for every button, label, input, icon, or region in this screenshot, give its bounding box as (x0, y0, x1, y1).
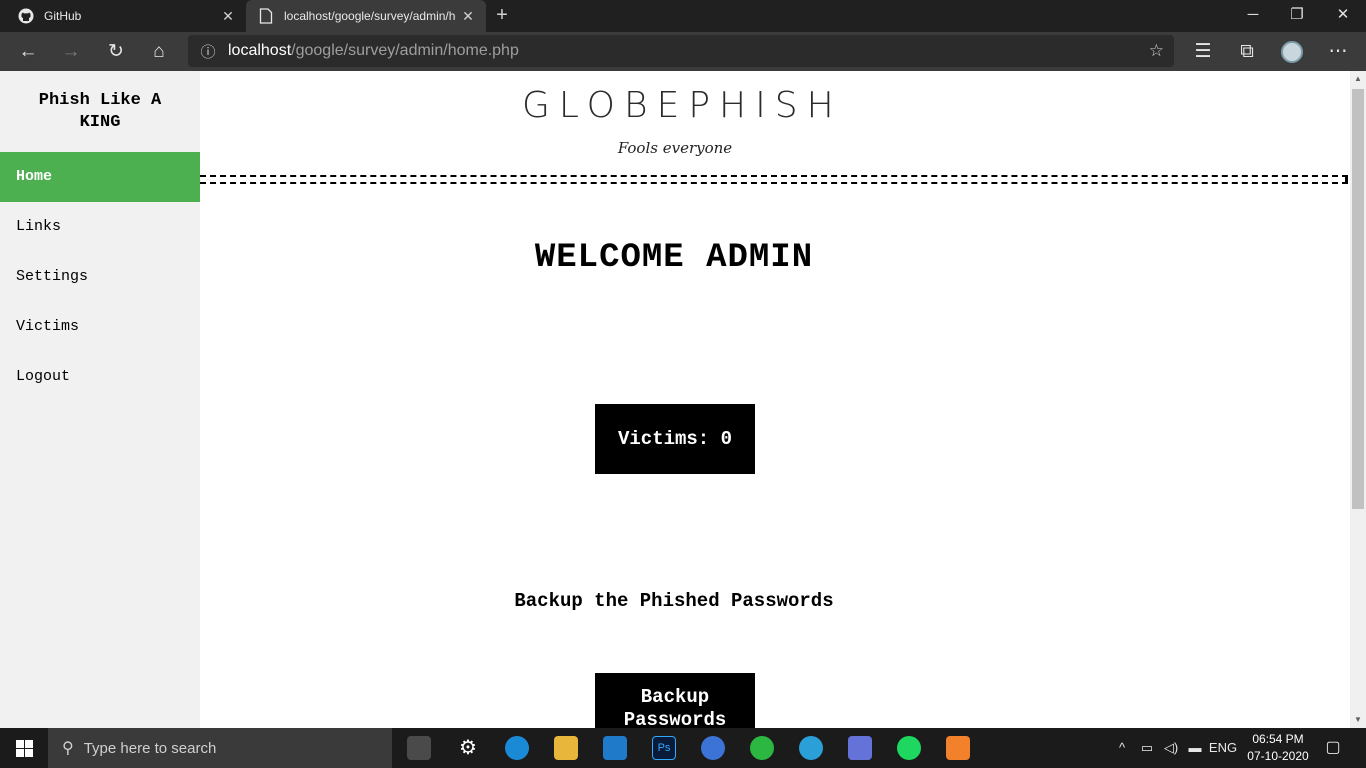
scroll-up-icon[interactable]: ▲ (1350, 71, 1366, 87)
restore-icon[interactable]: ❐ (1274, 0, 1320, 32)
calculator-icon[interactable] (407, 736, 431, 760)
profile-avatar[interactable] (1281, 41, 1303, 63)
page-icon (258, 8, 274, 24)
search-placeholder: Type here to search (83, 739, 217, 757)
tab-admin-home[interactable]: localhost/google/survey/admin/home.php ✕ (246, 0, 486, 32)
clock-time: 06:54 PM (1252, 732, 1304, 746)
dashed-divider (200, 175, 1348, 184)
close-tab-icon[interactable]: ✕ (456, 8, 480, 25)
sidebar-item-settings[interactable]: Settings (0, 252, 200, 302)
github-icon (18, 8, 34, 24)
taskbar-search[interactable]: ⚲ Type here to search (48, 728, 392, 768)
more-menu-icon[interactable]: ⋯ (1322, 36, 1354, 68)
sidebar-item-logout[interactable]: Logout (0, 352, 200, 402)
page-title: WELCOME ADMIN (534, 239, 814, 277)
url-host: localhost (228, 42, 292, 59)
minimize-icon[interactable]: ─ (1230, 0, 1276, 32)
system-clock[interactable]: 06:54 PM 07-10-2020 (1236, 731, 1320, 765)
sidebar-brand: Phish Like A KING (38, 91, 162, 132)
sidebar: Phish Like A KING Home Links Settings Vi… (0, 71, 200, 728)
browser-toolbar: ← → ↻ ⌂ ⓘ localhost/google/survey/admin/… (0, 32, 1366, 71)
close-tab-icon[interactable]: ✕ (216, 8, 240, 25)
backup-label: Backup the Phished Passwords (514, 590, 834, 612)
favorites-list-icon[interactable]: ☰ (1187, 36, 1219, 68)
sidebar-item-home[interactable]: Home (0, 152, 200, 202)
battery-icon[interactable]: ▬ (1184, 728, 1206, 768)
logo-tagline: Fools everyone (617, 139, 733, 157)
victims-counter: Victims: 0 (595, 404, 755, 474)
start-button[interactable] (0, 728, 48, 768)
xampp-icon[interactable] (946, 736, 970, 760)
search-icon: ⚲ (62, 740, 74, 757)
scroll-down-icon[interactable]: ▼ (1350, 712, 1366, 728)
spotify-icon[interactable] (897, 736, 921, 760)
show-hidden-icons[interactable]: ^ (1112, 728, 1132, 768)
photoshop-icon[interactable]: Ps (652, 736, 676, 760)
favorite-star-icon[interactable]: ☆ (1149, 41, 1164, 61)
page-scrollbar[interactable]: ▲ ▼ (1350, 71, 1366, 728)
discord-icon[interactable] (848, 736, 872, 760)
clock-date: 07-10-2020 (1247, 749, 1309, 763)
telegram-icon[interactable] (799, 736, 823, 760)
sidebar-item-links[interactable]: Links (0, 202, 200, 252)
backup-passwords-button[interactable]: Backup Passwords (595, 673, 755, 733)
whatsapp-icon[interactable] (750, 736, 774, 760)
taskbar: ⚲ Type here to search ⚙ Ps ^ ▭ ◁) ▬ ENG … (0, 728, 1366, 768)
logo-wordmark: GLOBEPHISH (522, 85, 843, 126)
settings-gear-icon[interactable]: ⚙ (456, 736, 480, 760)
tab-label: localhost/google/survey/admin/home.php (284, 9, 456, 23)
tab-label: GitHub (44, 9, 82, 23)
refresh-icon[interactable]: ↻ (100, 36, 132, 68)
volume-icon[interactable]: ◁) (1160, 728, 1182, 768)
main-content: GLOBEPHISH Fools everyone WELCOME ADMIN … (200, 71, 1350, 733)
site-info-icon[interactable]: ⓘ (188, 41, 228, 62)
address-bar[interactable]: ⓘ localhost/google/survey/admin/home.php… (188, 35, 1174, 67)
forward-icon[interactable]: → (55, 36, 87, 68)
network-icon[interactable]: ▭ (1136, 728, 1158, 768)
scroll-thumb[interactable] (1352, 89, 1364, 509)
windows-logo-icon (15, 739, 33, 757)
browser-tab-strip: GitHub ✕ localhost/google/survey/admin/h… (0, 0, 1366, 32)
home-icon[interactable]: ⌂ (143, 36, 175, 68)
collections-icon[interactable]: ⧉ (1231, 36, 1263, 68)
back-icon[interactable]: ← (12, 36, 44, 68)
language-indicator[interactable]: ENG (1208, 728, 1238, 768)
vscode-icon[interactable] (603, 736, 627, 760)
simplenote-icon[interactable] (701, 736, 725, 760)
notifications-icon[interactable]: ▢ (1320, 728, 1346, 768)
tab-github[interactable]: GitHub ✕ (0, 0, 246, 32)
new-tab-icon[interactable]: + (490, 0, 514, 32)
sidebar-item-victims[interactable]: Victims (0, 302, 200, 352)
edge-icon[interactable] (505, 736, 529, 760)
file-explorer-icon[interactable] (554, 736, 578, 760)
globephish-logo: GLOBEPHISH Fools everyone (522, 85, 843, 169)
close-window-icon[interactable]: ✕ (1320, 0, 1366, 32)
url-path: /google/survey/admin/home.php (291, 42, 519, 59)
